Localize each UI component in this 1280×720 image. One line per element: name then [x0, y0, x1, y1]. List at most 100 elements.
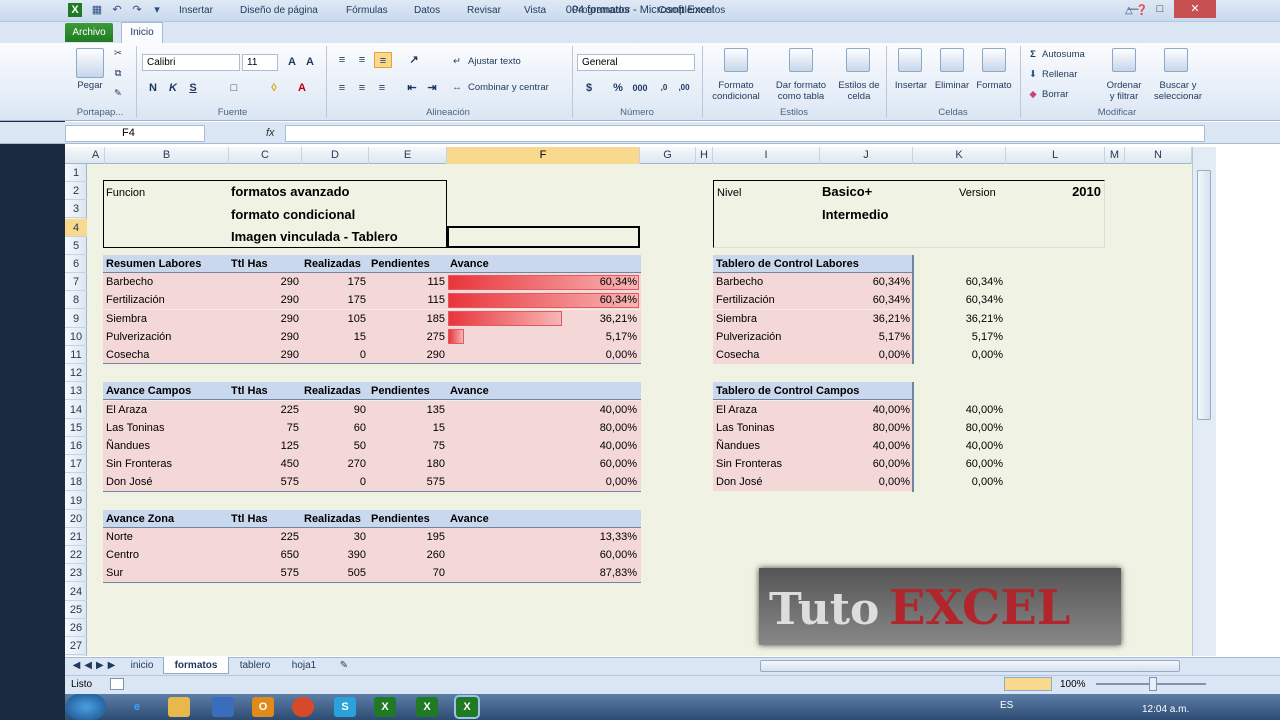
row-header-7[interactable]: 7 [65, 273, 87, 292]
save-icon[interactable]: ▦ [90, 3, 104, 17]
campos-row-name[interactable]: Don José [106, 473, 226, 491]
dash_labores-row-name[interactable]: Fertilización [716, 291, 816, 309]
row-header-6[interactable]: 6 [65, 255, 87, 273]
dash_campos-row-pct[interactable]: 40,00% [820, 437, 910, 455]
insert-cells-icon[interactable] [898, 48, 922, 72]
campos-row-pending[interactable]: 15 [369, 419, 445, 437]
bold-button[interactable]: N [146, 80, 160, 96]
tab-vista[interactable]: Vista [519, 3, 551, 21]
row-header-24[interactable]: 24 [65, 583, 87, 601]
dash_campos-row-pct[interactable]: 80,00% [820, 419, 910, 437]
tab-inicio[interactable]: Inicio [121, 22, 163, 43]
dash_campos-row-name[interactable]: Sin Fronteras [716, 455, 816, 473]
header-avance[interactable]: Avance [450, 510, 530, 528]
zona-title[interactable]: Avance Zona [106, 510, 226, 528]
wrap-text-icon[interactable]: ↵ [450, 56, 464, 67]
labores-row-name[interactable]: Fertilización [106, 291, 226, 309]
column-header-e[interactable]: E [369, 147, 447, 164]
macro-record-icon[interactable] [110, 678, 124, 690]
campos-row-pct[interactable]: 40,00% [447, 401, 637, 419]
sheet-tab-tablero[interactable]: tablero [232, 657, 278, 674]
dash_campos-row-pct-copy[interactable]: 40,00% [913, 401, 1003, 419]
labores-row-has[interactable]: 290 [229, 346, 299, 364]
dash_campos-row-name[interactable]: Ñandues [716, 437, 816, 455]
column-header-k[interactable]: K [913, 147, 1006, 164]
header-realizadas[interactable]: Realizadas [304, 510, 368, 528]
view-buttons[interactable] [1004, 677, 1052, 691]
dash_labores-title[interactable]: Tablero de Control Labores [716, 255, 912, 273]
merge-center-button[interactable]: Combinar y centrar [468, 82, 568, 93]
conditional-format-button[interactable]: Formato condicional [704, 80, 768, 102]
column-header-n[interactable]: N [1125, 147, 1192, 164]
selected-cell-f4[interactable] [447, 226, 640, 248]
dash_labores-row-pct[interactable]: 60,34% [820, 273, 910, 291]
zona-row-done[interactable]: 30 [302, 528, 366, 546]
name-box[interactable]: F4 [65, 125, 205, 142]
italic-button[interactable]: K [166, 80, 180, 96]
media-icon[interactable] [212, 697, 234, 717]
decrease-font-icon[interactable]: A [302, 54, 318, 70]
campos-row-pending[interactable]: 180 [369, 455, 445, 473]
campos-row-pct[interactable]: 0,00% [447, 473, 637, 491]
header-pendientes[interactable]: Pendientes [371, 382, 446, 400]
labores-row-has[interactable]: 290 [229, 273, 299, 291]
header-ttl-has[interactable]: Ttl Has [231, 255, 301, 273]
zona-row-name[interactable]: Sur [106, 564, 226, 582]
dash_labores-row-name[interactable]: Pulverización [716, 328, 816, 346]
dash_campos-row-pct-copy[interactable]: 40,00% [913, 437, 1003, 455]
zona-row-has[interactable]: 575 [229, 564, 299, 582]
row-header-23[interactable]: 23 [65, 564, 87, 583]
dash_campos-title[interactable]: Tablero de Control Campos [716, 382, 912, 400]
align-bottom-icon[interactable]: ≡ [374, 52, 392, 68]
labores-row-pending[interactable]: 290 [369, 346, 445, 364]
row-header-2[interactable]: 2 [65, 182, 87, 201]
row-header-1[interactable]: 1 [65, 164, 87, 182]
column-header-f[interactable]: F [447, 147, 640, 164]
row-header-11[interactable]: 11 [65, 346, 87, 364]
excel-taskbar-icon-active[interactable]: X [456, 697, 478, 717]
tab-formulas[interactable]: Fórmulas [341, 3, 393, 21]
skype-icon[interactable]: S [334, 697, 356, 717]
clock[interactable]: 12:04 a.m. [1142, 701, 1202, 719]
autosum-icon[interactable]: Σ [1026, 49, 1040, 60]
dash_labores-row-pct[interactable]: 60,34% [820, 291, 910, 309]
dash_labores-row-pct-copy[interactable]: 5,17% [913, 328, 1003, 346]
labores-row-name[interactable]: Pulverización [106, 328, 226, 346]
campos-row-has[interactable]: 125 [229, 437, 299, 455]
row-header-26[interactable]: 26 [65, 619, 87, 637]
column-header-j[interactable]: J [820, 147, 913, 164]
dash_campos-row-pct[interactable]: 60,00% [820, 455, 910, 473]
dash_labores-row-name[interactable]: Barbecho [716, 273, 816, 291]
zoom-level[interactable]: 100% [1060, 676, 1090, 694]
campos-title[interactable]: Avance Campos [106, 382, 226, 400]
currency-icon[interactable]: $ [580, 80, 598, 96]
header-avance[interactable]: Avance [450, 382, 530, 400]
copy-icon[interactable]: ⧉ [110, 68, 126, 79]
campos-row-pending[interactable]: 575 [369, 473, 445, 491]
labores-row-pending[interactable]: 115 [369, 291, 445, 309]
dash_labores-row-name[interactable]: Siembra [716, 310, 816, 328]
campos-row-done[interactable]: 50 [302, 437, 366, 455]
row-header-14[interactable]: 14 [65, 401, 87, 419]
sort-filter-button[interactable]: Ordenar y filtrar [1100, 80, 1148, 102]
new-sheet-icon[interactable]: ✎ [334, 657, 354, 674]
campos-row-pct[interactable]: 40,00% [447, 437, 637, 455]
orientation-icon[interactable]: ↗ [404, 52, 424, 68]
zona-row-name[interactable]: Norte [106, 528, 226, 546]
zona-row-has[interactable]: 225 [229, 528, 299, 546]
labores-row-name[interactable]: Siembra [106, 310, 226, 328]
tab-insertar[interactable]: Insertar [174, 3, 218, 21]
font-size-select[interactable]: 11 [242, 54, 278, 71]
row-header-17[interactable]: 17 [65, 455, 87, 474]
dash_campos-row-pct-copy[interactable]: 0,00% [913, 473, 1003, 491]
header-ttl-has[interactable]: Ttl Has [231, 510, 301, 528]
campos-row-done[interactable]: 60 [302, 419, 366, 437]
dash_labores-row-pct-copy[interactable]: 60,34% [913, 291, 1003, 309]
level-value-1[interactable]: Basico+ [822, 183, 922, 201]
row-header-10[interactable]: 10 [65, 328, 87, 346]
find-select-button[interactable]: Buscar y seleccionar [1148, 80, 1208, 102]
tab-datos[interactable]: Datos [409, 3, 445, 21]
header-realizadas[interactable]: Realizadas [304, 255, 368, 273]
vertical-scroll-thumb[interactable] [1197, 170, 1211, 420]
sheet-tab-inicio[interactable]: inicio [124, 657, 160, 674]
